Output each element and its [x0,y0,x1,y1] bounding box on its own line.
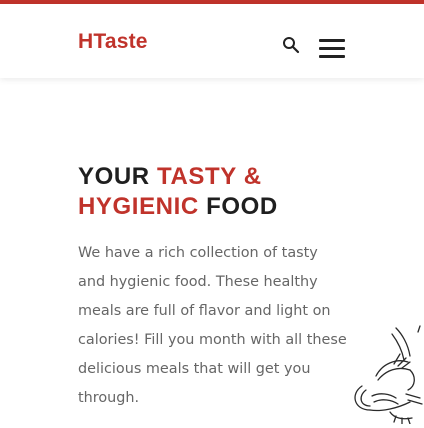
brand-logo[interactable]: HTaste [78,30,148,54]
hero-description: We have a rich collection of tasty and h… [78,245,347,406]
headline-accent-part2: HYGIENIC [78,193,199,220]
headline-accent-part1: TASTY & [157,163,262,190]
headline-text-part1: YOUR [78,163,158,190]
hamburger-menu-icon[interactable] [319,37,345,59]
site-header: HTaste [0,4,424,78]
headline-text-part2: FOOD [198,193,278,220]
search-icon[interactable] [282,36,300,54]
food-line-art-icon [336,324,424,425]
hero-headline: YOUR TASTY & HYGIENIC FOOD [78,162,278,222]
